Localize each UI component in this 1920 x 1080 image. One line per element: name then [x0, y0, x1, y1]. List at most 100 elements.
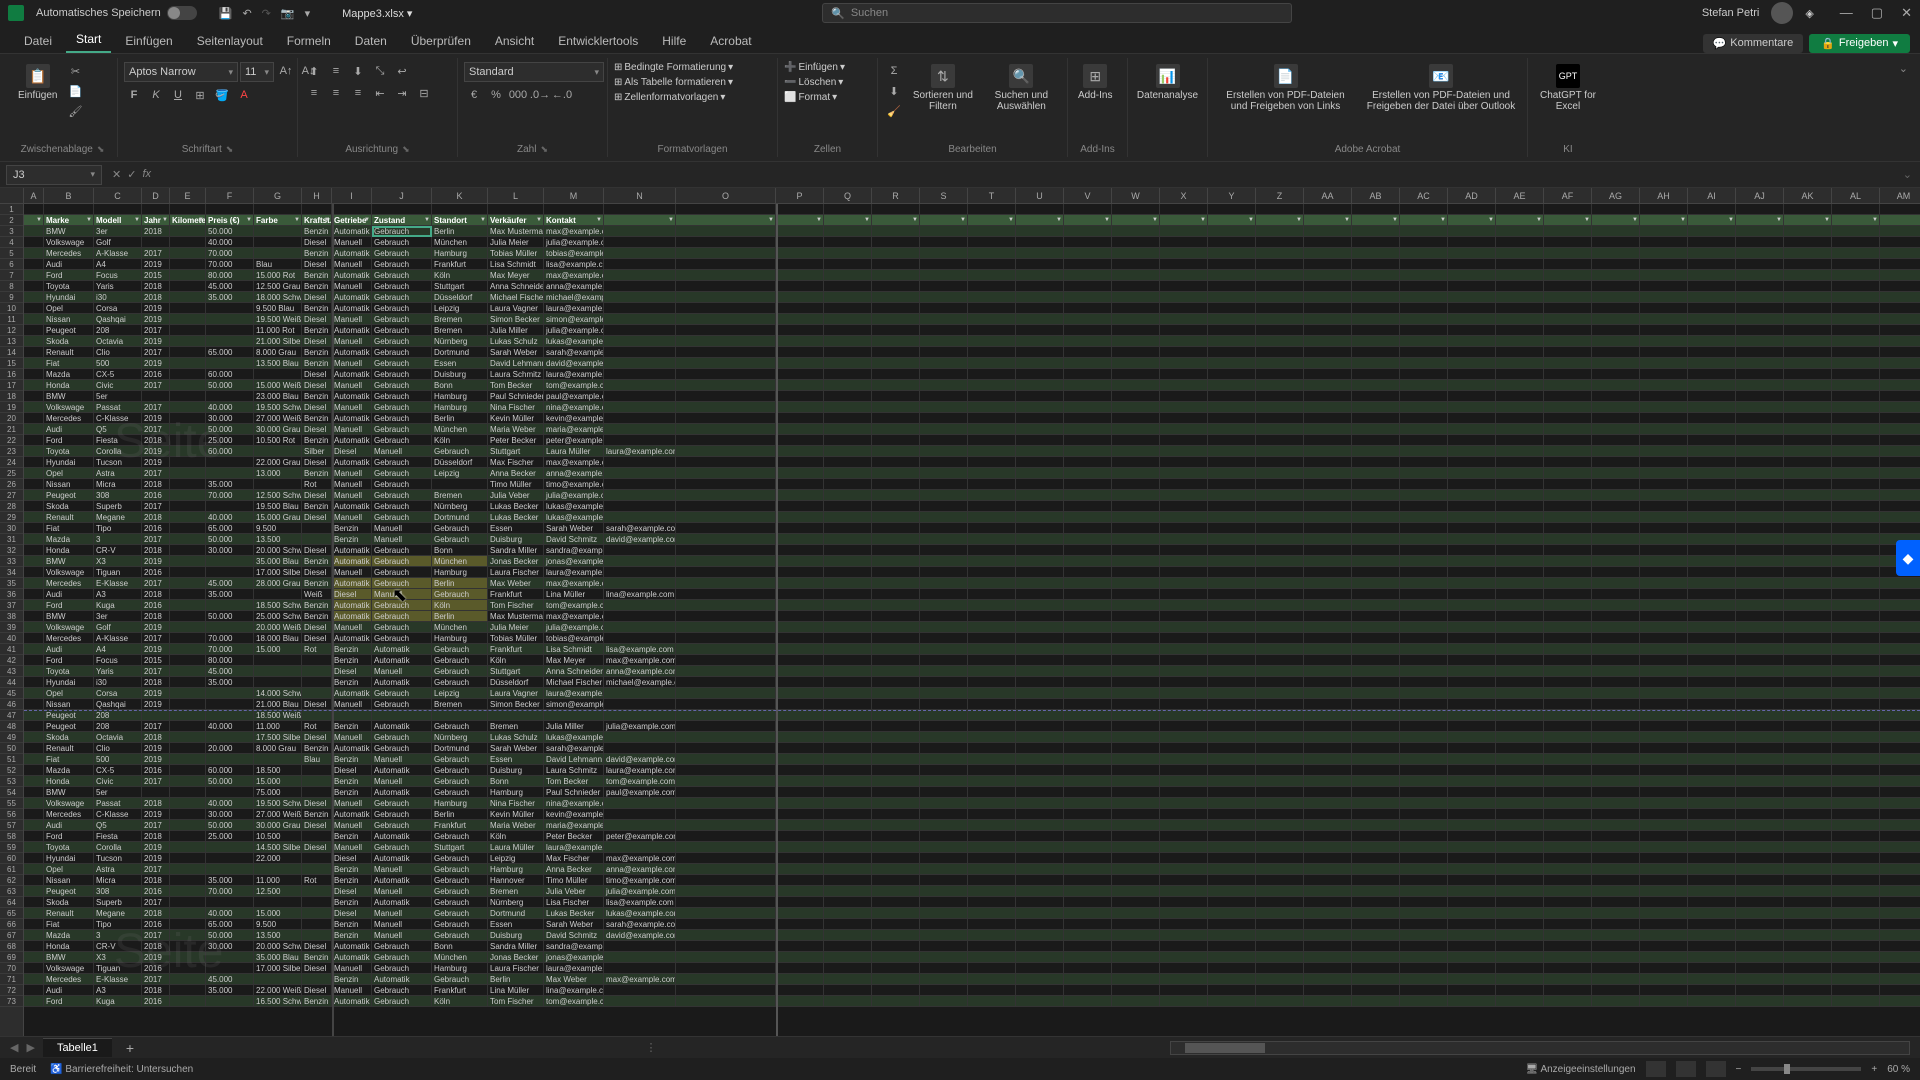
cell[interactable]: [24, 600, 44, 611]
cell[interactable]: Skoda: [44, 336, 94, 347]
cell[interactable]: Gebrauch: [372, 259, 432, 270]
cell[interactable]: [142, 391, 170, 402]
cell[interactable]: [170, 787, 206, 798]
cell[interactable]: max@example.com: [604, 853, 676, 864]
cell[interactable]: 18.000 Schwar: [254, 292, 302, 303]
cell[interactable]: A4: [94, 259, 142, 270]
row-header[interactable]: 32: [0, 545, 23, 556]
cell[interactable]: [170, 765, 206, 776]
cell[interactable]: Superb: [94, 897, 142, 908]
cell[interactable]: michael@example.com: [604, 677, 676, 688]
row-header[interactable]: 60: [0, 853, 23, 864]
cell[interactable]: 14.500 Silber: [254, 842, 302, 853]
cell[interactable]: Lisa Schmidt: [488, 259, 544, 270]
cell[interactable]: Automatik: [332, 600, 372, 611]
cell[interactable]: Anna Schneider: [488, 281, 544, 292]
cell[interactable]: [24, 479, 44, 490]
cell[interactable]: 45.000: [206, 281, 254, 292]
cell[interactable]: [24, 567, 44, 578]
cell[interactable]: Laura Fischer: [488, 963, 544, 974]
cell[interactable]: lina@example.com: [544, 985, 604, 996]
cell[interactable]: Mercedes: [44, 248, 94, 259]
cell[interactable]: [24, 699, 44, 710]
cell[interactable]: [24, 985, 44, 996]
cell[interactable]: 35.000: [206, 985, 254, 996]
cell[interactable]: David Schmitz: [544, 534, 604, 545]
clear-icon[interactable]: 🧹: [884, 102, 904, 120]
cell[interactable]: [254, 677, 302, 688]
cell[interactable]: [170, 776, 206, 787]
cell[interactable]: Hyundai: [44, 457, 94, 468]
cell[interactable]: X3: [94, 556, 142, 567]
cell[interactable]: Gebrauch: [372, 941, 432, 952]
col-header[interactable]: AG: [1592, 188, 1640, 203]
cell[interactable]: max@example.com: [604, 655, 676, 666]
row-header[interactable]: 28: [0, 501, 23, 512]
cell[interactable]: [170, 479, 206, 490]
dec-decimal-icon[interactable]: ←.0: [552, 86, 572, 104]
cell[interactable]: Düsseldorf: [432, 292, 488, 303]
cell[interactable]: [24, 314, 44, 325]
cell[interactable]: 2017: [142, 897, 170, 908]
cell[interactable]: 25.000: [206, 831, 254, 842]
cell[interactable]: 60.000: [206, 446, 254, 457]
cell[interactable]: [24, 303, 44, 314]
cell[interactable]: [170, 589, 206, 600]
cell[interactable]: 17.000 Silber: [254, 567, 302, 578]
row-header[interactable]: 21: [0, 424, 23, 435]
cell[interactable]: Max Meyer: [488, 270, 544, 281]
cell[interactable]: Benzin: [302, 578, 332, 589]
cell[interactable]: Peugeot: [44, 490, 94, 501]
cell[interactable]: Bonn: [488, 776, 544, 787]
cell[interactable]: 21.000 Blau: [254, 699, 302, 710]
cell[interactable]: Gebrauch: [372, 732, 432, 743]
cell[interactable]: [254, 446, 302, 457]
cell[interactable]: [24, 512, 44, 523]
cell[interactable]: [432, 710, 488, 721]
cell[interactable]: [24, 248, 44, 259]
col-header[interactable]: X: [1160, 188, 1208, 203]
row-header[interactable]: 55: [0, 798, 23, 809]
cell[interactable]: Automatik: [332, 347, 372, 358]
align-middle-icon[interactable]: ≡: [326, 62, 346, 80]
cell[interactable]: [206, 468, 254, 479]
cell[interactable]: 2018: [142, 611, 170, 622]
cell[interactable]: Gebrauch: [372, 952, 432, 963]
cell[interactable]: 2016: [142, 963, 170, 974]
cell[interactable]: Nürnberg: [432, 732, 488, 743]
cell[interactable]: 21.000 Silber: [254, 336, 302, 347]
cell[interactable]: [170, 919, 206, 930]
cell[interactable]: Timo Müller: [488, 479, 544, 490]
cell[interactable]: Mercedes: [44, 974, 94, 985]
cell[interactable]: 2018: [142, 831, 170, 842]
table-header[interactable]: Verkäufer: [488, 215, 544, 226]
cell[interactable]: 2019: [142, 842, 170, 853]
cell[interactable]: Skoda: [44, 732, 94, 743]
cell[interactable]: Manuell: [332, 281, 372, 292]
cell[interactable]: [170, 666, 206, 677]
cell[interactable]: Gebrauch: [432, 523, 488, 534]
row-header[interactable]: 3: [0, 226, 23, 237]
create-pdf-outlook-button[interactable]: 📧Erstellen von PDF-Dateien und Freigeben…: [1361, 62, 1521, 114]
cell[interactable]: [170, 578, 206, 589]
cell[interactable]: [544, 710, 604, 721]
cell[interactable]: [24, 358, 44, 369]
select-all-corner[interactable]: [0, 188, 24, 204]
col-header[interactable]: AE: [1496, 188, 1544, 203]
cell[interactable]: 5er: [94, 391, 142, 402]
cell[interactable]: 2019: [142, 952, 170, 963]
accept-formula-icon[interactable]: ✓: [127, 168, 136, 181]
cell[interactable]: [206, 556, 254, 567]
cell[interactable]: Nissan: [44, 479, 94, 490]
cell[interactable]: Manuell: [332, 479, 372, 490]
col-header[interactable]: C: [94, 188, 142, 203]
cell[interactable]: Opel: [44, 468, 94, 479]
cell[interactable]: 20.000 Schwar: [254, 545, 302, 556]
cell[interactable]: [170, 380, 206, 391]
cell[interactable]: 2017: [142, 864, 170, 875]
cell[interactable]: 50.000: [206, 611, 254, 622]
cell[interactable]: Manuell: [372, 534, 432, 545]
expand-formula-icon[interactable]: ⌄: [1903, 168, 1912, 181]
cell[interactable]: [170, 237, 206, 248]
cell[interactable]: tom@example.com: [544, 600, 604, 611]
